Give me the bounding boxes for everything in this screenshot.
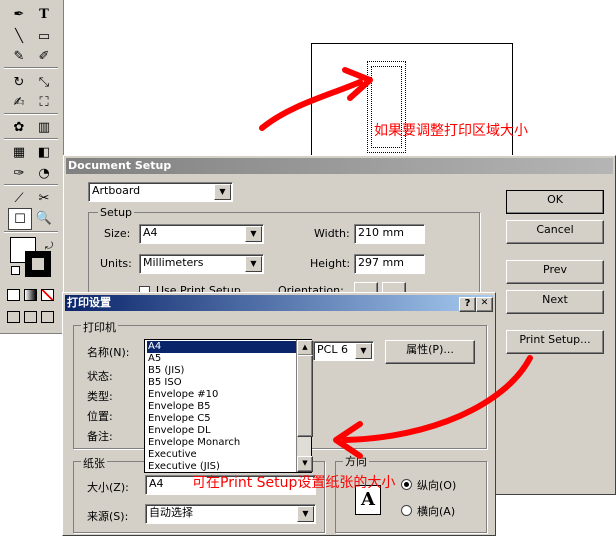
annotation-arrows	[259, 67, 533, 459]
arrow-bottom	[342, 355, 533, 443]
annotation-bottom: 可在Print Setup设置纸张的大小	[192, 475, 396, 491]
arrow-top	[259, 79, 363, 131]
